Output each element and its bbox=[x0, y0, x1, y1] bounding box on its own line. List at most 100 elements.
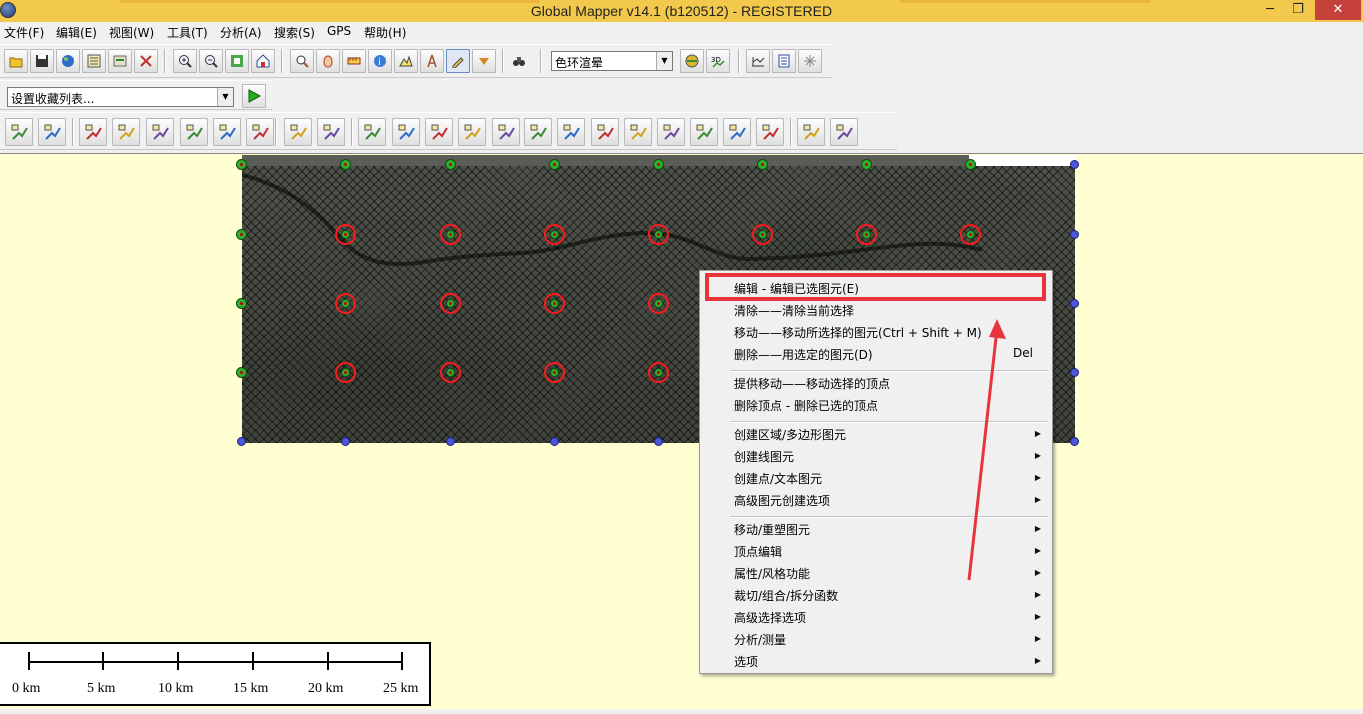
zoom-out-button[interactable] bbox=[199, 49, 223, 73]
render-mode-select[interactable]: 色环渲晕 ▼ bbox=[551, 51, 673, 71]
view-shed-button[interactable] bbox=[420, 49, 444, 73]
reshape-button[interactable] bbox=[492, 118, 520, 146]
smooth-button[interactable] bbox=[524, 118, 552, 146]
selected-vertex[interactable] bbox=[439, 292, 461, 314]
grid-button[interactable] bbox=[798, 49, 822, 73]
pan-button[interactable] bbox=[316, 49, 340, 73]
zoom-in-button[interactable] bbox=[173, 49, 197, 73]
selected-vertex[interactable] bbox=[959, 223, 981, 245]
move-button[interactable] bbox=[425, 118, 453, 146]
favorites-select[interactable]: 设置收藏列表... ▼ bbox=[7, 87, 234, 107]
3d-view-button[interactable]: 3D bbox=[706, 49, 730, 73]
menu-file[interactable]: 文件(F) bbox=[4, 24, 44, 41]
edit-line-button[interactable] bbox=[358, 118, 386, 146]
selected-vertex[interactable] bbox=[751, 223, 773, 245]
menu-view[interactable]: 视图(W) bbox=[109, 24, 154, 41]
menu-search[interactable]: 搜索(S) bbox=[274, 24, 315, 41]
vertex-handle[interactable] bbox=[1069, 298, 1079, 308]
vertex-handle[interactable] bbox=[236, 436, 246, 446]
split-button[interactable] bbox=[284, 118, 312, 146]
control-center-button[interactable] bbox=[82, 49, 106, 73]
refresh-button[interactable] bbox=[830, 118, 858, 146]
vertex-handle[interactable] bbox=[548, 158, 560, 170]
style-button[interactable] bbox=[690, 118, 718, 146]
vertex-handle[interactable] bbox=[756, 158, 768, 170]
vertex-handle[interactable] bbox=[444, 158, 456, 170]
selected-vertex[interactable] bbox=[647, 361, 669, 383]
create-rect-button[interactable] bbox=[146, 118, 174, 146]
create-line-button[interactable] bbox=[38, 118, 66, 146]
vertex-handle[interactable] bbox=[235, 366, 247, 378]
combine-button[interactable] bbox=[624, 118, 652, 146]
vertex-handle[interactable] bbox=[340, 436, 350, 446]
vertex-handle[interactable] bbox=[653, 436, 663, 446]
selected-vertex[interactable] bbox=[334, 361, 356, 383]
rotate-button[interactable] bbox=[458, 118, 486, 146]
search-button[interactable] bbox=[507, 49, 531, 73]
attribute-button[interactable] bbox=[657, 118, 685, 146]
vertex-handle[interactable] bbox=[964, 158, 976, 170]
run-favorite-button[interactable] bbox=[242, 84, 266, 108]
delete-vertex-button[interactable] bbox=[557, 118, 585, 146]
config-button[interactable] bbox=[108, 49, 132, 73]
path-profile-button[interactable] bbox=[394, 49, 418, 73]
selected-vertex[interactable] bbox=[543, 292, 565, 314]
vertex-handle[interactable] bbox=[235, 228, 247, 240]
measure-button[interactable] bbox=[342, 49, 366, 73]
menu-tools[interactable]: 工具(T) bbox=[167, 24, 208, 41]
create-point-button[interactable] bbox=[79, 118, 107, 146]
vertex-handle[interactable] bbox=[339, 158, 351, 170]
edit-area-button[interactable] bbox=[392, 118, 420, 146]
vertex-button[interactable] bbox=[317, 118, 345, 146]
open-folder-button[interactable] bbox=[4, 49, 28, 73]
selected-vertex[interactable] bbox=[543, 223, 565, 245]
coord-button[interactable] bbox=[180, 118, 208, 146]
selected-vertex[interactable] bbox=[647, 292, 669, 314]
zoom-tool-button[interactable] bbox=[290, 49, 314, 73]
selected-vertex[interactable] bbox=[334, 292, 356, 314]
create-area-button[interactable] bbox=[5, 118, 33, 146]
tool-dropdown-button[interactable] bbox=[472, 49, 496, 73]
menu-gps[interactable]: GPS bbox=[327, 24, 351, 38]
feature-info-button[interactable]: i bbox=[368, 49, 392, 73]
selected-vertex[interactable] bbox=[543, 361, 565, 383]
vertex-handle[interactable] bbox=[1069, 229, 1079, 239]
home-button[interactable] bbox=[251, 49, 275, 73]
selected-vertex[interactable] bbox=[334, 223, 356, 245]
selected-vertex[interactable] bbox=[439, 361, 461, 383]
tools-button[interactable] bbox=[134, 49, 158, 73]
create-circle-button[interactable] bbox=[112, 118, 140, 146]
vertex-handle[interactable] bbox=[235, 158, 247, 170]
buffer-button[interactable] bbox=[213, 118, 241, 146]
close-button[interactable]: ✕ bbox=[1315, 0, 1361, 20]
undo-button[interactable] bbox=[756, 118, 784, 146]
vertex-handle[interactable] bbox=[549, 436, 559, 446]
context-menu-item[interactable]: 分析/测量 ▶ bbox=[701, 629, 1051, 651]
context-menu-item[interactable]: 高级选择选项 ▶ bbox=[701, 607, 1051, 629]
minimize-button[interactable]: ─ bbox=[1257, 0, 1283, 20]
terrain-button[interactable] bbox=[746, 49, 770, 73]
select-button[interactable] bbox=[723, 118, 751, 146]
selected-vertex[interactable] bbox=[855, 223, 877, 245]
menu-analysis[interactable]: 分析(A) bbox=[220, 24, 262, 41]
redo-button[interactable] bbox=[797, 118, 825, 146]
maximize-button[interactable]: ❐ bbox=[1285, 0, 1311, 20]
menu-edit[interactable]: 编辑(E) bbox=[56, 24, 97, 41]
vertex-handle[interactable] bbox=[860, 158, 872, 170]
vertex-handle[interactable] bbox=[445, 436, 455, 446]
full-view-button[interactable] bbox=[225, 49, 249, 73]
context-menu-item[interactable]: 选项 ▶ bbox=[701, 651, 1051, 673]
globe-button[interactable] bbox=[56, 49, 80, 73]
context-menu-item[interactable]: 裁切/组合/拆分函数 ▶ bbox=[701, 585, 1051, 607]
digitizer-button[interactable] bbox=[446, 49, 470, 73]
print-button[interactable] bbox=[772, 49, 796, 73]
shader-button[interactable] bbox=[680, 49, 704, 73]
menu-help[interactable]: 帮助(H) bbox=[364, 24, 406, 41]
vertex-handle[interactable] bbox=[652, 158, 664, 170]
cut-button[interactable] bbox=[591, 118, 619, 146]
save-button[interactable] bbox=[30, 49, 54, 73]
selected-vertex[interactable] bbox=[439, 223, 461, 245]
map-view[interactable]: 0 km 5 km 10 km 15 km 20 km 25 km bbox=[0, 153, 1363, 709]
vertex-handle[interactable] bbox=[1069, 367, 1079, 377]
selected-vertex[interactable] bbox=[647, 223, 669, 245]
